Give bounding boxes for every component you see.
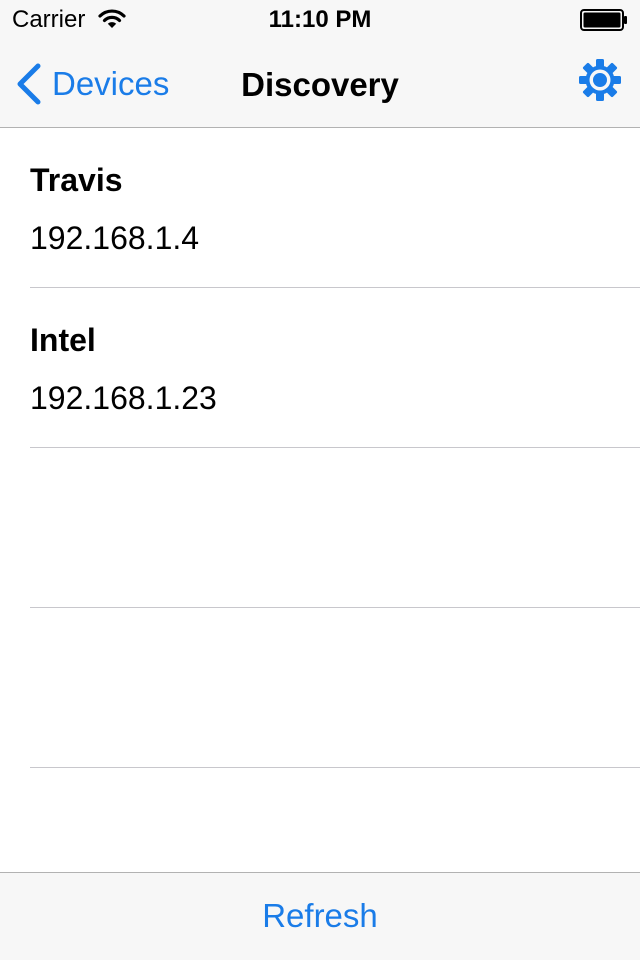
bottom-toolbar: Refresh	[0, 872, 640, 960]
list-item[interactable]: Travis 192.168.1.4	[0, 128, 640, 288]
list-item[interactable]: Intel 192.168.1.23	[0, 288, 640, 448]
navigation-bar: Devices Discovery	[0, 40, 640, 128]
device-ip: 192.168.1.4	[30, 220, 200, 256]
gear-icon[interactable]	[578, 58, 622, 102]
battery-icon	[580, 9, 627, 31]
discovery-screen: Carrier 11:10 PM Devices Discovery Travi…	[0, 0, 640, 960]
empty-list-row	[0, 608, 640, 768]
device-list: Travis 192.168.1.4 Intel 192.168.1.23	[0, 128, 640, 768]
status-time: 11:10 PM	[268, 6, 372, 33]
refresh-button[interactable]: Refresh	[0, 897, 640, 935]
device-name: Travis	[30, 162, 123, 198]
page-title: Discovery	[241, 66, 399, 103]
empty-list-row	[0, 448, 640, 608]
status-bar: Carrier 11:10 PM	[0, 0, 640, 40]
device-ip: 192.168.1.23	[30, 380, 217, 416]
device-name: Intel	[30, 322, 96, 358]
